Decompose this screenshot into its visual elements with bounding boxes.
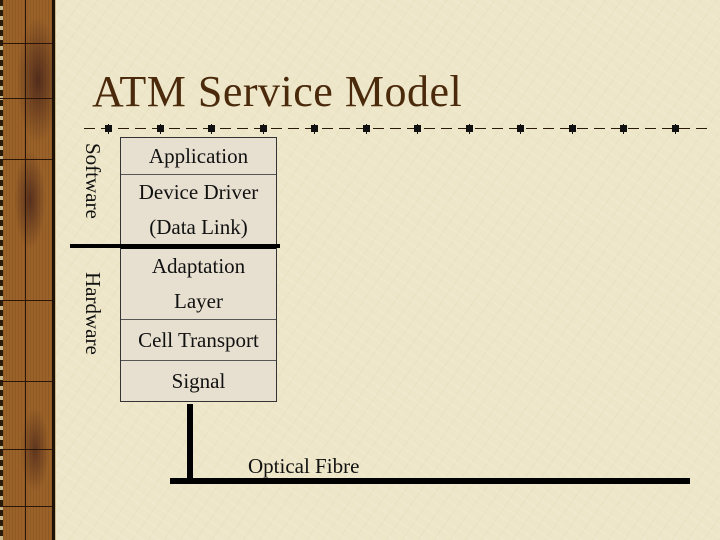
hardware-label: Hardware — [81, 272, 105, 355]
rule-marker-tick — [262, 124, 264, 134]
rule-dash — [322, 128, 333, 129]
rule-dash — [696, 128, 707, 129]
rule-dash — [390, 128, 401, 129]
layer-label: Layer — [174, 289, 223, 313]
strip-gridline — [0, 43, 52, 44]
rule-dash — [169, 128, 180, 129]
rule-dash — [679, 128, 690, 129]
layer-label: Adaptation — [151, 254, 246, 278]
rule-dash — [577, 128, 588, 129]
layer-label: Application — [148, 144, 249, 168]
rule-dash — [84, 128, 95, 129]
rule-dash — [594, 128, 605, 129]
rule-dash — [492, 128, 503, 129]
rule-marker-tick — [674, 124, 676, 134]
rule-marker-tick — [571, 124, 573, 134]
rule-marker-tick — [159, 124, 161, 134]
rule-dash — [186, 128, 197, 129]
rule-dash — [288, 128, 299, 129]
rule-dash — [237, 128, 248, 129]
rule-marker-tick — [468, 124, 470, 134]
rule-dash — [339, 128, 350, 129]
layer-label: Cell Transport — [138, 328, 259, 352]
protocol-stack: Application Device Driver (Data Link) Ad… — [120, 137, 277, 402]
rule-marker-tick — [108, 124, 109, 134]
layer-adaptation: Adaptation Layer — [121, 245, 276, 319]
software-label: Software — [81, 143, 105, 219]
strip-gridline — [0, 159, 52, 160]
rule-marker-tick — [211, 124, 212, 134]
layer-label: Device Driver — [138, 180, 259, 204]
software-hardware-divider — [70, 244, 280, 248]
layer-cell-transport: Cell Transport — [121, 319, 276, 360]
layer-label: (Data Link) — [149, 215, 248, 239]
rule-dash — [628, 128, 639, 129]
rule-dash — [645, 128, 656, 129]
rule-marker-tick — [365, 124, 367, 134]
decorative-side-strip — [0, 0, 55, 540]
rule-marker-tick — [314, 124, 315, 134]
optical-fibre-label: Optical Fibre — [248, 454, 360, 478]
layer-application: Application — [121, 138, 276, 174]
fibre-connector — [187, 404, 193, 484]
layer-device-driver: Device Driver (Data Link) — [121, 174, 276, 245]
strip-gridline — [0, 449, 52, 450]
rule-marker-tick — [623, 124, 624, 134]
rule-marker-tick — [417, 124, 418, 134]
strip-gridline — [0, 506, 52, 507]
strip-gridline — [25, 0, 26, 540]
title-divider-rule — [84, 124, 707, 134]
layer-signal: Signal — [121, 360, 276, 401]
rule-dash — [441, 128, 452, 129]
rule-dash — [373, 128, 384, 129]
rule-dash — [220, 128, 231, 129]
rule-dash — [526, 128, 537, 129]
strip-gridline — [0, 98, 52, 99]
strip-gridline — [0, 381, 52, 382]
strip-edge — [0, 0, 3, 540]
rule-dash — [424, 128, 435, 129]
rule-dash — [271, 128, 282, 129]
rule-dash — [543, 128, 554, 129]
slide-title: ATM Service Model — [92, 67, 463, 116]
rule-marker-tick — [520, 124, 521, 134]
rule-dash — [118, 128, 129, 129]
layer-label: Signal — [171, 369, 226, 393]
rule-dash — [135, 128, 146, 129]
strip-gridline — [0, 300, 52, 301]
rule-dash — [475, 128, 486, 129]
